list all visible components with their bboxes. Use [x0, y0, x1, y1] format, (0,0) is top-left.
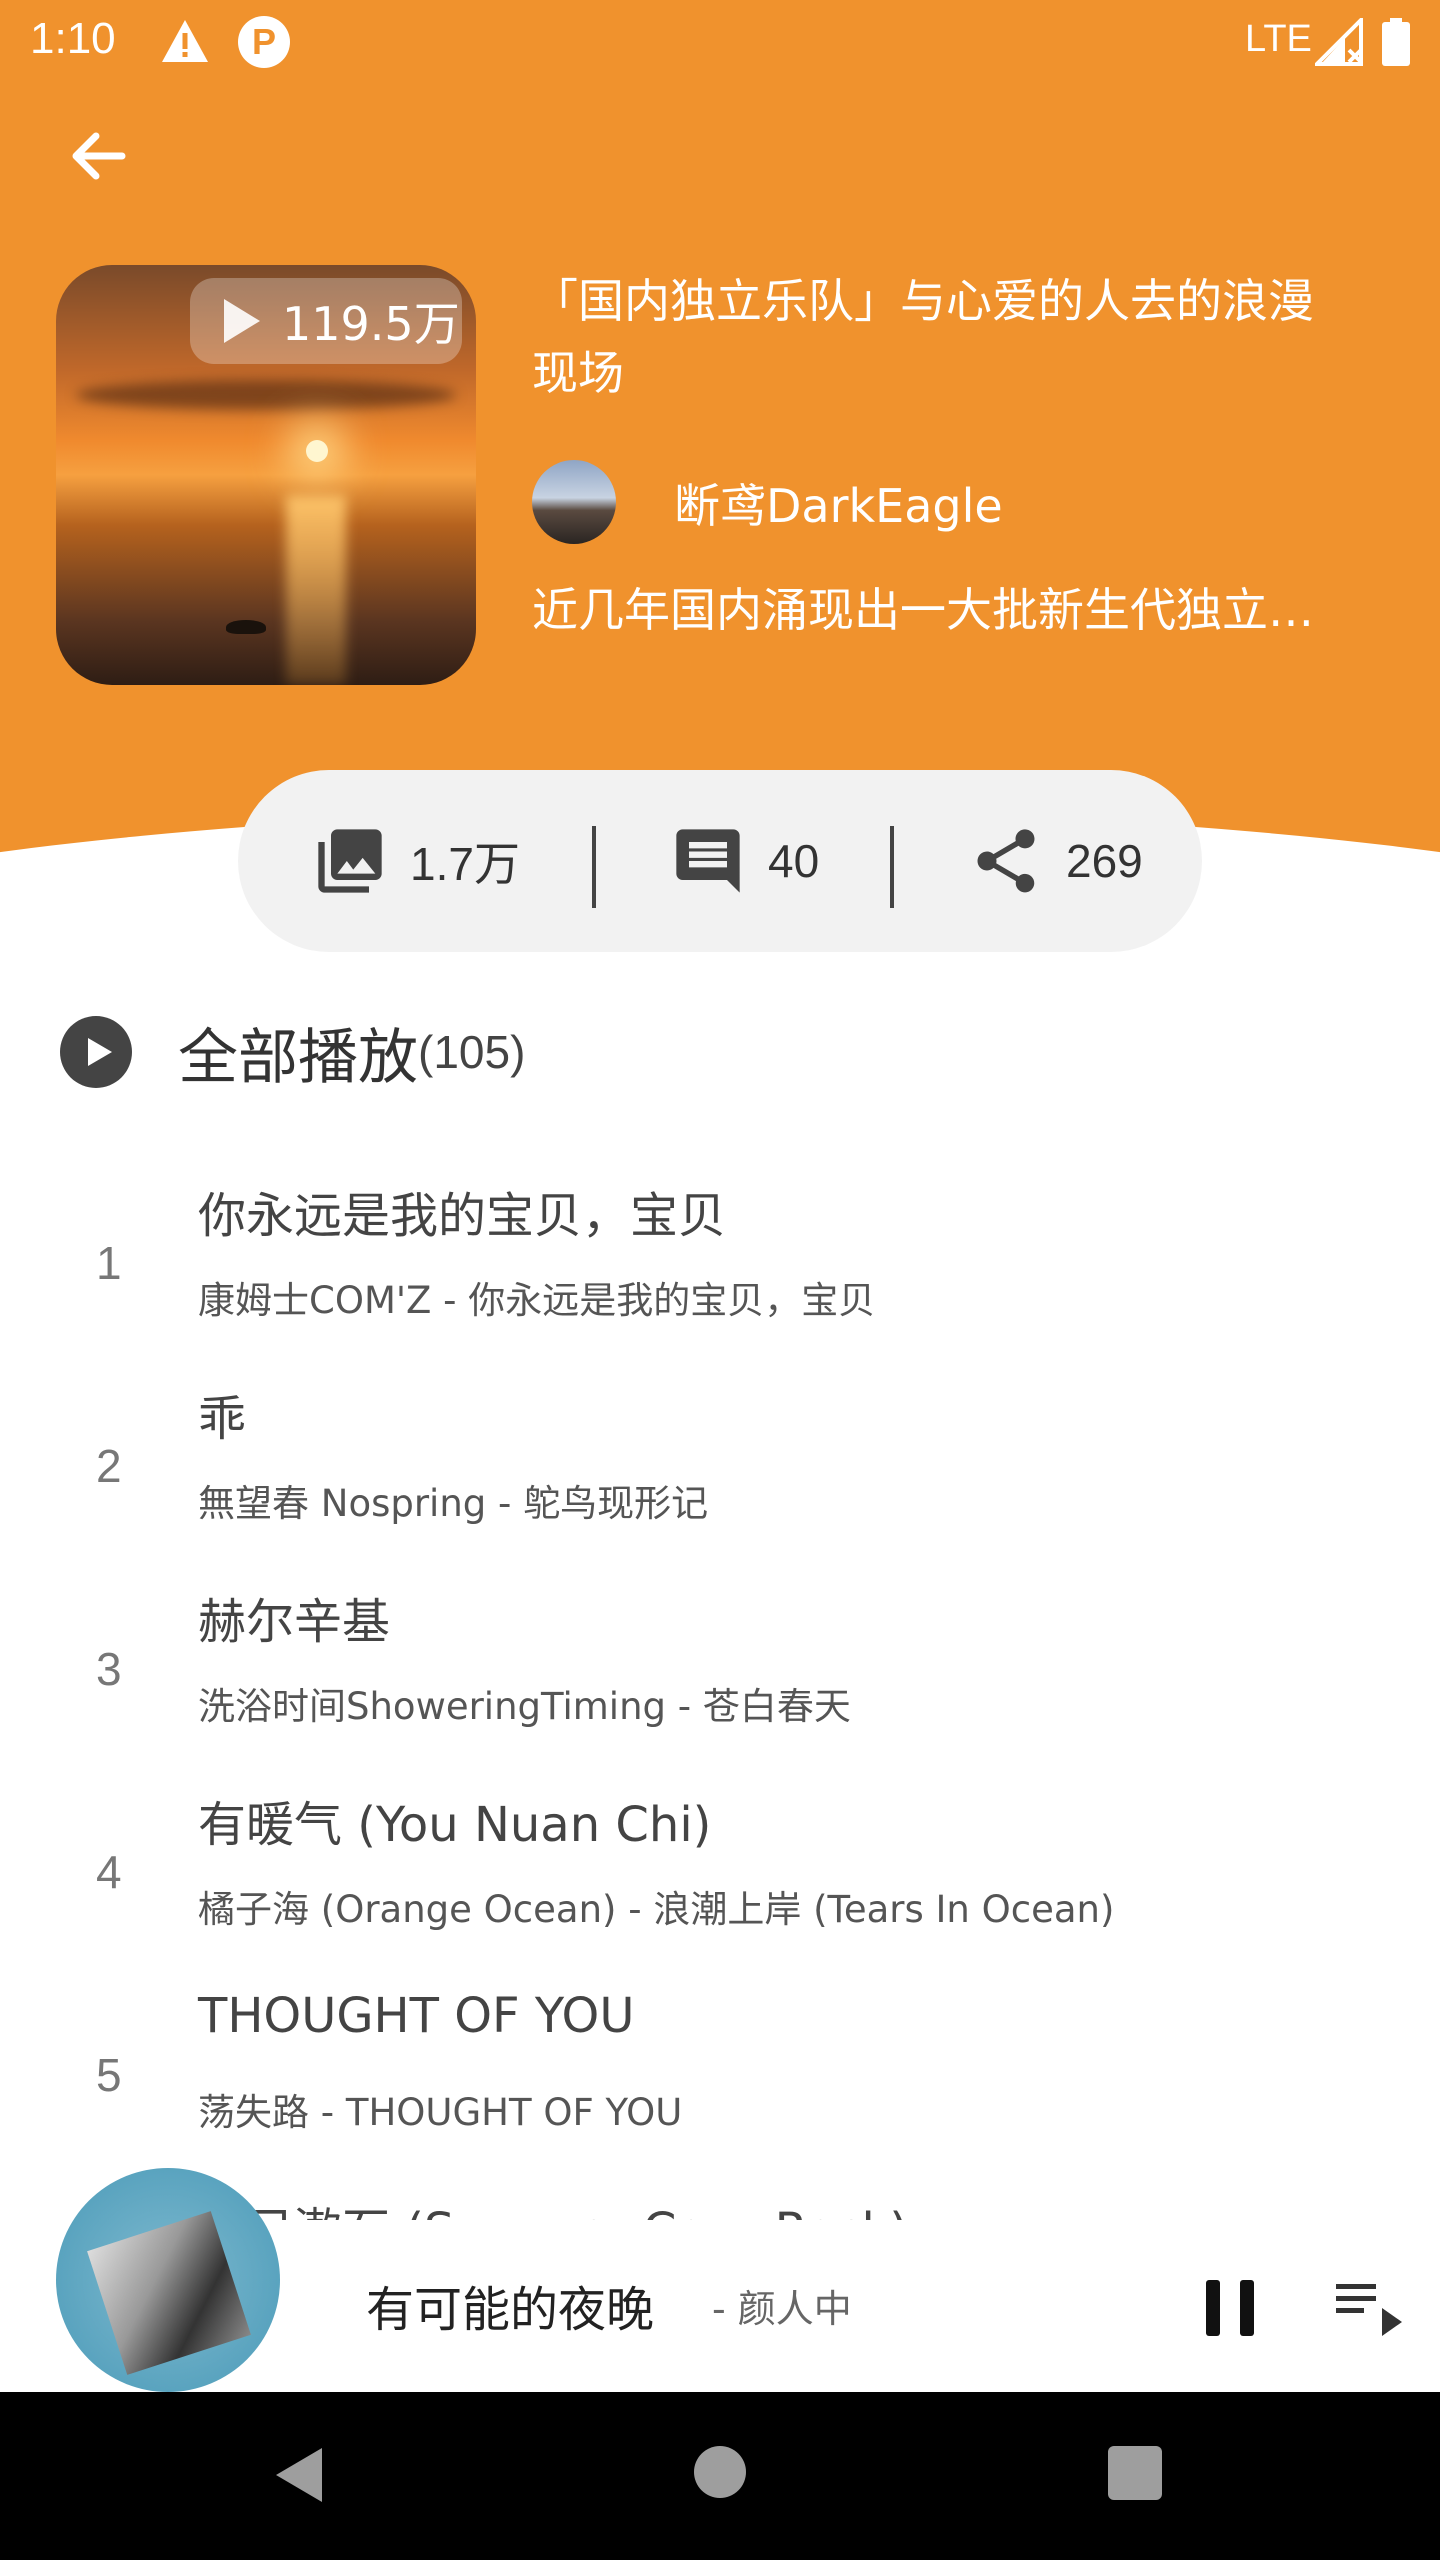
playlist-description[interactable]: 近几年国内涌现出一大批新生代独立… [532, 574, 1352, 640]
share-icon [977, 829, 1035, 893]
status-time: 1:10 [30, 14, 116, 63]
song-title: 有暖气 (You Nuan Chi) [198, 1797, 712, 1853]
status-bar: 1:10 P LTE [0, 0, 1440, 84]
nav-back-icon[interactable] [270, 2444, 326, 2506]
song-subtitle: 康姆士COM'Z - 你永远是我的宝贝，宝贝 [198, 1279, 876, 1322]
song-index: 1 [96, 1237, 122, 1289]
signal-icon [1315, 18, 1363, 66]
song-subtitle: 橘子海 (Orange Ocean) - 浪潮上岸 (Tears In Ocea… [198, 1888, 1115, 1931]
play-count: 119.5万 [282, 297, 460, 351]
play-all-count: (105) [418, 1026, 526, 1078]
cover-reflection [286, 495, 346, 685]
network-type: LTE [1245, 18, 1312, 60]
creator-name[interactable]: 断鸢DarkEagle [674, 470, 1003, 536]
nav-home-icon[interactable] [694, 2446, 746, 2498]
cover-sun [306, 440, 328, 462]
playlist-queue-icon[interactable] [1334, 2280, 1406, 2340]
app-notification-icon: P [238, 16, 290, 68]
play-all-button[interactable]: 全部播放 (105) [60, 1012, 526, 1093]
share-button[interactable]: 269 [968, 770, 1143, 952]
song-index: 5 [96, 2049, 122, 2101]
system-nav-bar [0, 2392, 1440, 2560]
creator-avatar[interactable] [532, 460, 616, 544]
song-row[interactable]: 4 有暖气 (You Nuan Chi) 橘子海 (Orange Ocean) … [0, 1749, 1440, 1952]
song-title: 你永远是我的宝贝，宝贝 [198, 1188, 727, 1244]
now-playing-artist[interactable]: - 颜人中 [712, 2278, 852, 2333]
song-title: THOUGHT OF YOU [198, 1988, 635, 2044]
cover-art [87, 2211, 251, 2375]
song-subtitle: 無望春 Nospring - 鸵鸟现形记 [198, 1482, 709, 1525]
song-title: 乖 [198, 1391, 247, 1447]
song-title: 赫尔辛基 [198, 1594, 391, 1650]
pause-bar [1240, 2280, 1254, 2336]
share-count: 269 [1066, 835, 1143, 887]
collect-count: 1.7万 [410, 838, 520, 890]
play-circle-icon [60, 1016, 132, 1088]
action-divider [890, 826, 894, 908]
song-row[interactable]: 3 赫尔辛基 洗浴时间ShoweringTiming - 苍白春天 [0, 1546, 1440, 1749]
song-row[interactable]: 1 你永远是我的宝贝，宝贝 康姆士COM'Z - 你永远是我的宝贝，宝贝 [0, 1140, 1440, 1343]
play-all-label: 全部播放 [178, 1022, 418, 1093]
battery-icon [1382, 18, 1410, 66]
warning-icon [162, 20, 208, 62]
action-divider [592, 826, 596, 908]
song-index: 3 [96, 1643, 122, 1695]
play-icon [224, 299, 260, 343]
pause-icon[interactable] [1206, 2280, 1254, 2336]
nav-recents-icon[interactable] [1108, 2446, 1162, 2500]
gallery-icon [318, 829, 382, 893]
song-list: 1 你永远是我的宝贝，宝贝 康姆士COM'Z - 你永远是我的宝贝，宝贝 2 乖… [0, 1140, 1440, 2220]
cover-rock [226, 620, 266, 634]
collect-button[interactable]: 1.7万 [312, 770, 520, 952]
back-arrow-icon[interactable] [60, 118, 136, 194]
song-subtitle: 荡失路 - THOUGHT OF YOU [198, 2091, 683, 2134]
comment-count: 40 [768, 835, 820, 887]
song-index: 2 [96, 1440, 122, 1492]
comment-icon [676, 829, 740, 893]
song-index: 4 [96, 1846, 122, 1898]
song-row[interactable]: 5 THOUGHT OF YOU 荡失路 - THOUGHT OF YOU [0, 1952, 1440, 2155]
pause-bar [1206, 2280, 1220, 2336]
song-subtitle: 洗浴时间ShoweringTiming - 苍白春天 [198, 1685, 851, 1728]
comment-button[interactable]: 40 [670, 770, 819, 952]
now-playing-title[interactable]: 有可能的夜晚 [366, 2270, 654, 2340]
song-title: 夏日漱石 (Summer Cozy Rock) [198, 2191, 908, 2220]
now-playing-cover[interactable] [56, 2168, 280, 2392]
action-bar: 1.7万 40 269 [238, 770, 1202, 952]
cover-cloud [76, 380, 456, 410]
play-count-badge: 119.5万 [190, 278, 462, 364]
song-row[interactable]: 2 乖 無望春 Nospring - 鸵鸟现形记 [0, 1343, 1440, 1546]
playlist-title: 「国内独立乐队」与心爱的人去的浪漫现场 [532, 274, 1314, 400]
